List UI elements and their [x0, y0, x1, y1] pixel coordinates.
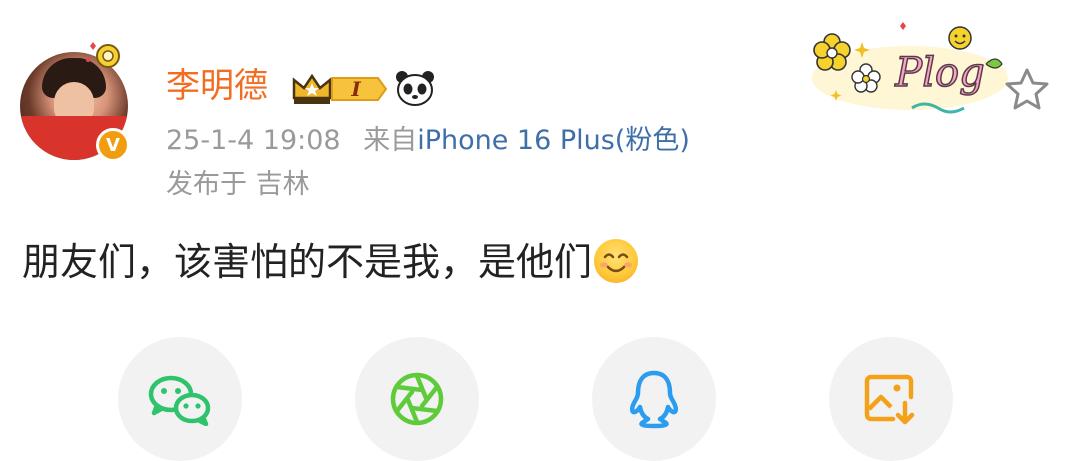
source-device-link[interactable]: iPhone 16 Plus(粉色): [417, 125, 690, 156]
post-text: 朋友们，该害怕的不是我，是他们: [22, 240, 593, 284]
post-meta: 25-1-4 19:08 来自iPhone 16 Plus(粉色): [166, 124, 690, 158]
panda-badge-icon[interactable]: [394, 68, 436, 108]
save-image-icon: [864, 374, 915, 425]
post-timestamp: 25-1-4 19:08: [166, 125, 341, 156]
post-content: 朋友们，该害怕的不是我，是他们: [22, 238, 639, 286]
level-badge-text: I: [350, 77, 361, 101]
source-prefix: 来自: [363, 125, 418, 156]
wechat-icon: [148, 375, 211, 426]
favorite-star-icon[interactable]: [1004, 67, 1050, 111]
share-moments-button[interactable]: [355, 337, 479, 461]
avatar-pendant-icon: [86, 42, 120, 68]
share-qq-button[interactable]: [592, 337, 716, 461]
smile-emoji-icon: [594, 239, 639, 283]
verified-badge: V: [96, 128, 130, 162]
save-image-button[interactable]: [829, 337, 953, 461]
username[interactable]: 李明德: [166, 64, 268, 108]
share-wechat-button[interactable]: [118, 337, 242, 461]
plog-sticker-icon: Plog: [812, 22, 1008, 114]
plog-sticker-text: Plog: [894, 50, 984, 96]
member-crown-badge-icon[interactable]: I: [290, 70, 390, 108]
moments-icon: [390, 372, 444, 426]
post-location: 发布于 吉林: [166, 169, 310, 200]
qq-icon: [629, 370, 679, 429]
